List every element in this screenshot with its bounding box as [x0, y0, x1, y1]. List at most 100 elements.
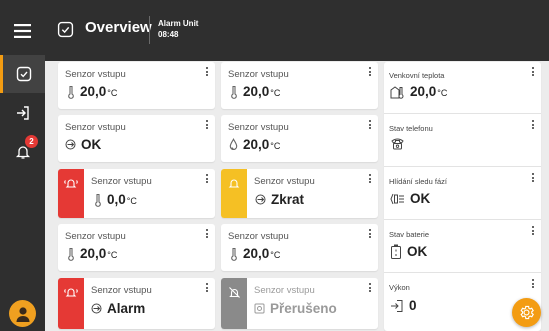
user-avatar[interactable] — [9, 300, 36, 327]
overview-icon — [16, 66, 32, 82]
panel-item-value-row — [390, 137, 410, 150]
panel-item-menu-button[interactable] — [531, 67, 535, 76]
sidebar-item-alarms[interactable]: 2 — [0, 133, 45, 171]
panel-item-value-row: OK — [390, 244, 427, 259]
settings-gear-icon — [520, 305, 534, 320]
sidebar: 2 — [0, 0, 45, 331]
card-label: Senzor vstupu — [228, 69, 289, 80]
card-menu-button[interactable] — [205, 174, 209, 183]
panel-item[interactable]: Stav baterie OK — [384, 221, 541, 273]
card-value: 20,0 — [243, 84, 270, 99]
card-value: 0,0 — [107, 192, 126, 207]
sensor-card[interactable]: Senzor vstupu 20,0°C — [221, 62, 378, 109]
sensor-card[interactable]: Senzor vstupu 20,0°C — [58, 224, 215, 271]
card-value-row: Alarm — [91, 301, 145, 316]
alarm-count-badge: 2 — [25, 135, 38, 148]
card-menu-button[interactable] — [205, 229, 209, 238]
settings-fab-button[interactable] — [512, 298, 541, 327]
thermometer-icon — [68, 85, 74, 99]
panel-item-menu-button[interactable] — [531, 279, 535, 288]
humidity-drop-icon — [229, 138, 238, 150]
card-menu-button[interactable] — [368, 174, 372, 183]
panel-item[interactable]: Hlídání sledu fází OK — [384, 168, 541, 220]
card-menu-button[interactable] — [368, 120, 372, 129]
panel-item-label: Stav baterie — [389, 230, 430, 239]
card-unit: °C — [270, 250, 281, 260]
card-label: Senzor vstupu — [65, 231, 126, 242]
card-label: Senzor vstupu — [228, 122, 289, 133]
clock: 08:48 — [158, 30, 179, 39]
panel-item[interactable]: Venkovní teplota 20,0°C — [384, 62, 541, 114]
card-value: OK — [81, 137, 102, 152]
sidebar-item-logout[interactable] — [0, 94, 45, 132]
panel-item-value-row: 0 — [390, 298, 417, 313]
menu-button[interactable] — [0, 0, 45, 61]
card-menu-button[interactable] — [368, 283, 372, 292]
header-divider — [149, 16, 150, 44]
alarm-status-strip — [58, 169, 84, 218]
card-label: Senzor vstupu — [65, 122, 126, 133]
outdoor-thermometer-icon — [390, 85, 404, 99]
panel-item-label: Hlídání sledu fází — [389, 177, 447, 186]
card-value-row: 20,0°C — [67, 84, 117, 99]
panel-item-value: 20,0 — [410, 84, 437, 99]
overview-icon — [57, 21, 74, 43]
sidebar-item-overview[interactable] — [0, 55, 45, 93]
sensor-card[interactable]: Senzor vstupu 20,0°C — [58, 62, 215, 109]
sensor-card-warning[interactable]: Senzor vstupu Zkrat — [221, 169, 378, 218]
panel-item-label: Stav telefonu — [389, 124, 433, 133]
phase-sequence-icon — [390, 193, 404, 204]
thermometer-icon — [95, 193, 101, 207]
top-bar: Overview Alarm Unit 08:48 — [45, 0, 549, 61]
card-label: Senzor vstupu — [228, 231, 289, 242]
panel-item-menu-button[interactable] — [531, 173, 535, 182]
card-value: 20,0 — [243, 246, 270, 261]
sensor-card[interactable]: Senzor vstupu 20,0°C — [221, 115, 378, 162]
panel-item-menu-button[interactable] — [531, 120, 535, 129]
card-value: 20,0 — [80, 246, 107, 261]
card-value-row: 0,0°C — [94, 192, 137, 207]
battery-icon — [391, 244, 401, 259]
panel-item-value: OK — [410, 191, 431, 206]
warning-status-strip — [221, 169, 247, 218]
thermometer-icon — [231, 85, 237, 99]
panel-item-value: 0 — [409, 298, 417, 313]
ringing-alarm-icon — [64, 288, 78, 297]
sensor-card-alarm[interactable]: Senzor vstupu 0,0°C — [58, 169, 215, 218]
card-unit: °C — [107, 250, 118, 260]
bell-off-icon — [228, 287, 240, 298]
card-unit: °C — [126, 196, 137, 206]
panel-item-unit: °C — [437, 88, 448, 98]
card-value: 20,0 — [243, 137, 270, 152]
card-value: Alarm — [107, 301, 146, 316]
panel-item[interactable]: Stav telefonu — [384, 115, 541, 167]
phone-icon — [391, 138, 404, 150]
card-menu-button[interactable] — [205, 283, 209, 292]
card-label: Senzor vstupu — [91, 285, 152, 296]
card-menu-button[interactable] — [205, 67, 209, 76]
panel-item-menu-button[interactable] — [531, 226, 535, 235]
panel-item-label: Výkon — [389, 283, 410, 292]
card-value-row: 20,0°C — [229, 137, 280, 152]
sensor-card-disabled[interactable]: Senzor vstupu Přerušeno — [221, 278, 378, 329]
unit-name: Alarm Unit — [158, 19, 199, 28]
card-menu-button[interactable] — [368, 67, 372, 76]
card-label: Senzor vstupu — [65, 69, 126, 80]
ringing-alarm-icon — [64, 179, 78, 188]
card-value-row: 20,0°C — [230, 84, 280, 99]
panel-item-value: OK — [407, 244, 428, 259]
card-unit: °C — [270, 88, 281, 98]
card-value-row: 20,0°C — [230, 246, 280, 261]
card-unit: °C — [107, 88, 118, 98]
sensor-card[interactable]: Senzor vstupu 20,0°C — [221, 224, 378, 271]
page-title: Overview — [85, 19, 152, 36]
card-menu-button[interactable] — [205, 120, 209, 129]
switch-state-icon — [91, 303, 102, 314]
card-unit: °C — [270, 141, 281, 151]
switch-state-icon — [65, 139, 76, 150]
card-value-row: 20,0°C — [67, 246, 117, 261]
panel-item-value-row: 20,0°C — [390, 84, 447, 99]
sensor-card[interactable]: Senzor vstupu OK — [58, 115, 215, 162]
card-menu-button[interactable] — [368, 229, 372, 238]
sensor-card-alarm[interactable]: Senzor vstupu Alarm — [58, 278, 215, 329]
